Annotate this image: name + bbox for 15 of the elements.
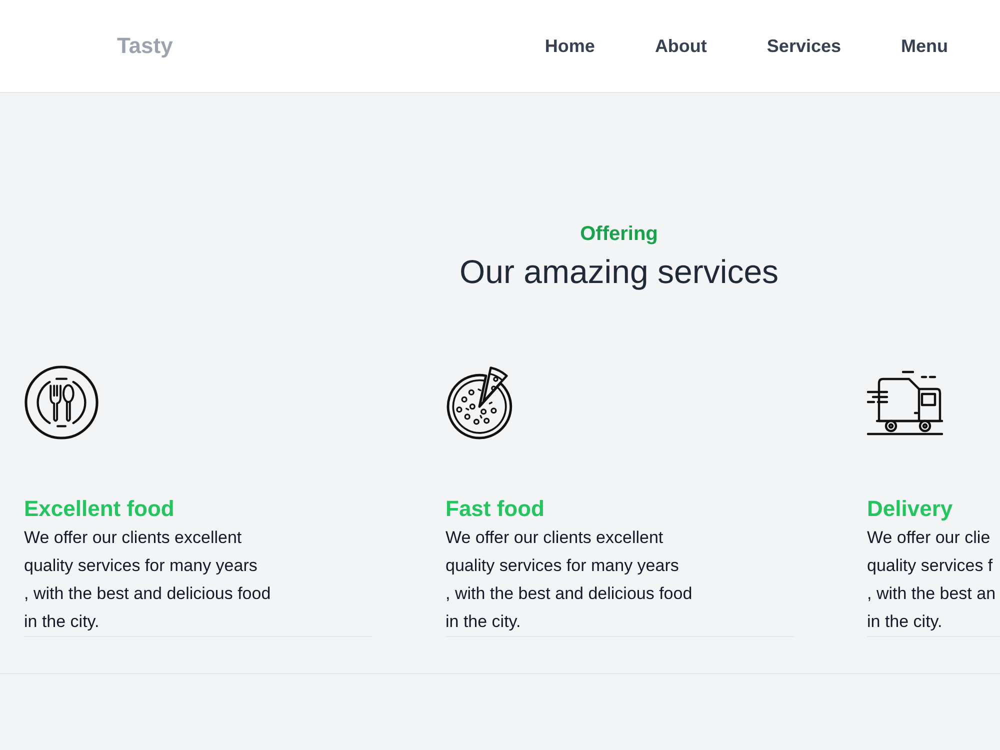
section-eyebrow: Offering bbox=[580, 222, 658, 246]
plate-fork-spoon-icon bbox=[24, 365, 99, 440]
truck-icon bbox=[867, 369, 943, 436]
service-description: We offer our clie quality services f , with the best an in the city. bbox=[867, 527, 996, 633]
section-heading: Our amazing services bbox=[459, 252, 779, 292]
service-title: Delivery bbox=[867, 495, 953, 523]
service-description: We offer our clients excellent quality services for many years , with the best and delicious food in the city. bbox=[446, 527, 692, 633]
nav-link[interactable]: Menu bbox=[901, 34, 948, 58]
nav-link[interactable]: About bbox=[654, 34, 707, 58]
service-title: Excellent food bbox=[24, 495, 174, 523]
nav-link[interactable]: Home bbox=[544, 34, 595, 58]
nav-link[interactable]: Services bbox=[766, 34, 841, 58]
service-title: Fast food bbox=[446, 495, 544, 523]
service-description: We offer our clients excellent quality services for many years , with the best and delicious food in the city. bbox=[24, 527, 271, 633]
pizza-icon bbox=[446, 365, 512, 440]
